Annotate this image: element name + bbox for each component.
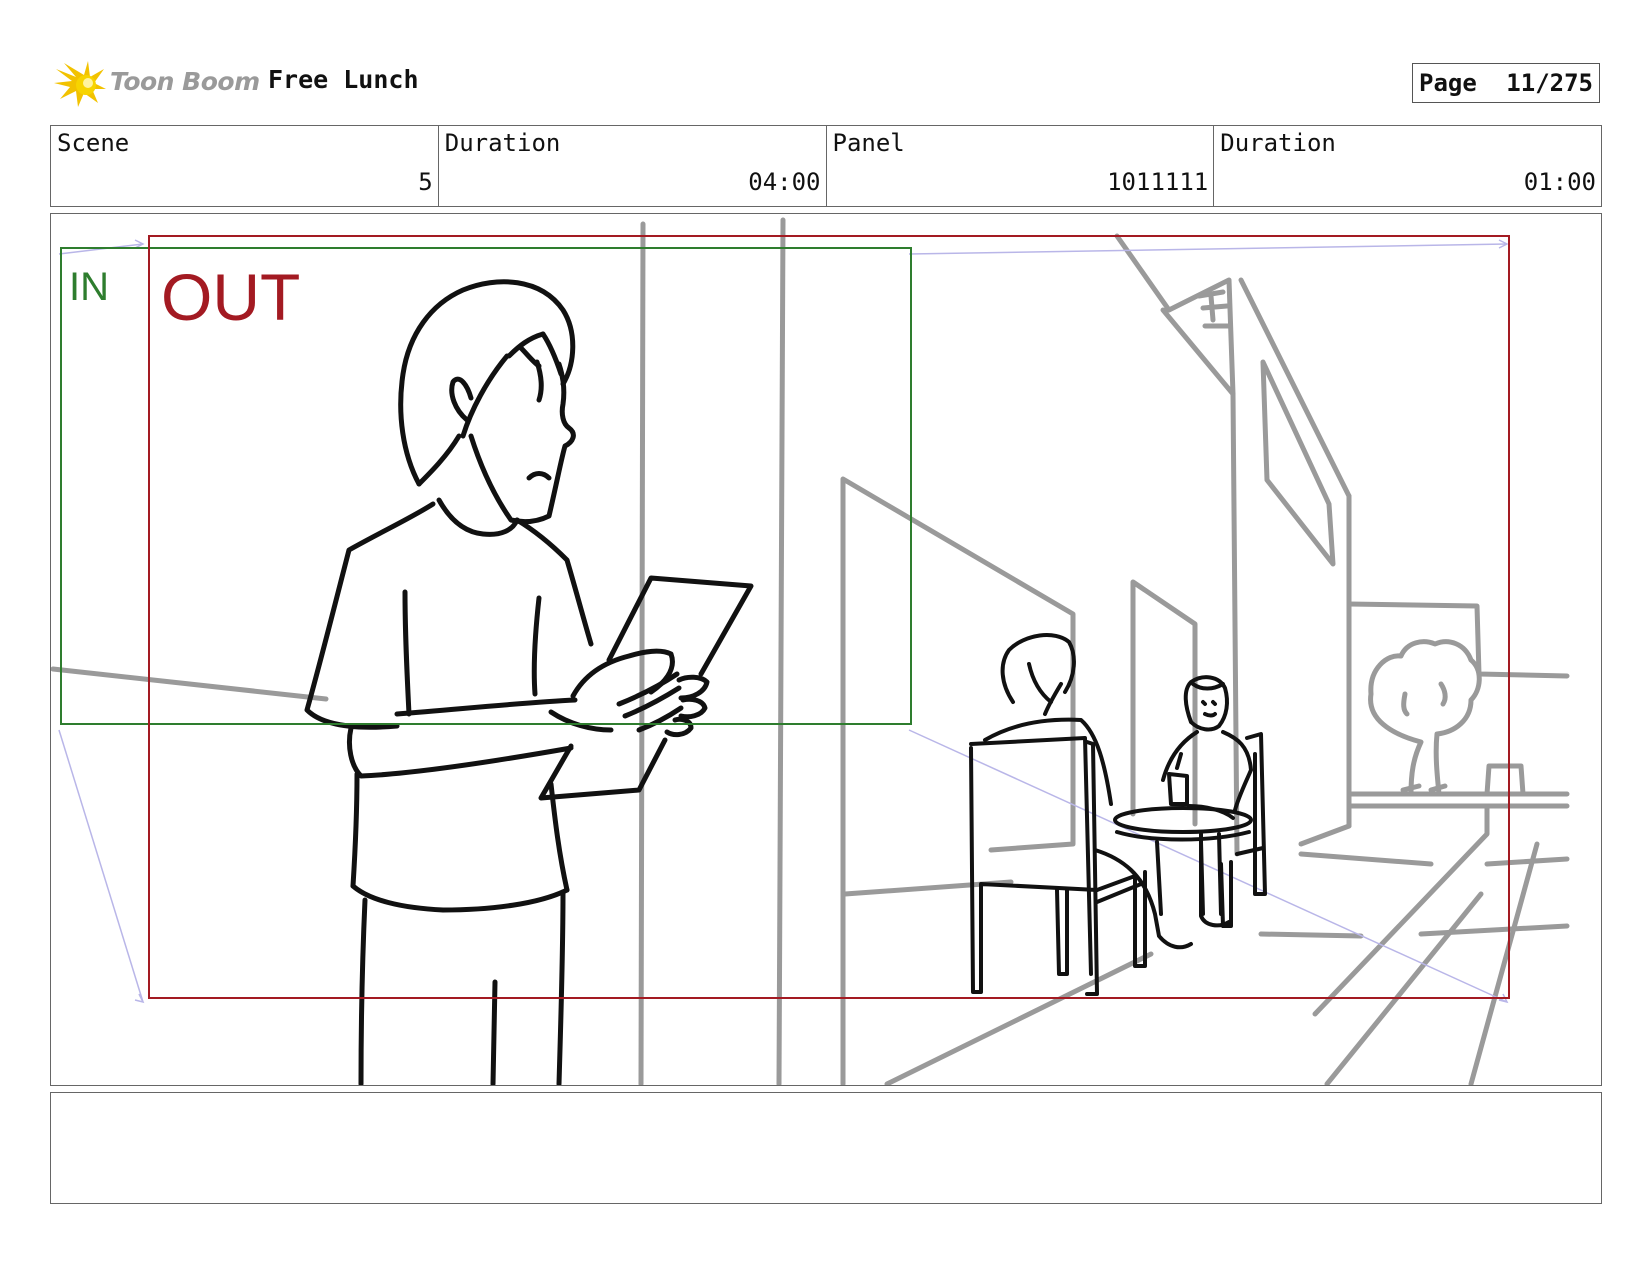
panel-label: Panel — [832, 129, 905, 157]
page-label: Page — [1419, 69, 1477, 97]
page-number: 11/275 — [1506, 69, 1593, 97]
panel-drawing: IN OUT — [51, 217, 1570, 1085]
page-indicator: Page 11/275 — [1412, 63, 1600, 103]
panel-duration-cell: Duration 01:00 — [1214, 126, 1601, 206]
panel-duration-value: 01:00 — [1523, 168, 1596, 196]
panel-cell: Panel 1011111 — [827, 126, 1215, 206]
panel-duration-label: Duration — [1220, 129, 1336, 157]
panel-caption-box[interactable] — [50, 1092, 1602, 1204]
scene-duration-value: 04:00 — [748, 168, 821, 196]
scene-duration-cell: Duration 04:00 — [439, 126, 827, 206]
scene-value: 5 — [418, 168, 433, 196]
characters-at-table — [969, 633, 1267, 996]
out-label: OUT — [161, 260, 300, 334]
scene-duration-label: Duration — [444, 129, 561, 157]
project-title: Free Lunch — [268, 65, 419, 94]
character-foreground — [304, 279, 754, 1085]
in-label: IN — [69, 265, 109, 309]
scene-label: Scene — [57, 129, 130, 157]
storyboard-panel: IN OUT — [50, 213, 1602, 1086]
panel-value: 1011111 — [1107, 168, 1209, 196]
page-header: Toon Boom Free Lunch Page 11/275 — [50, 55, 1600, 111]
toon-boom-logo-icon — [54, 61, 106, 107]
scene-cell: Scene 5 — [51, 126, 439, 206]
panel-info-bar: Scene 5 Duration 04:00 Panel 1011111 Dur… — [50, 125, 1602, 207]
brand-name: Toon Boom — [110, 67, 260, 96]
background-layout — [51, 217, 1570, 1085]
